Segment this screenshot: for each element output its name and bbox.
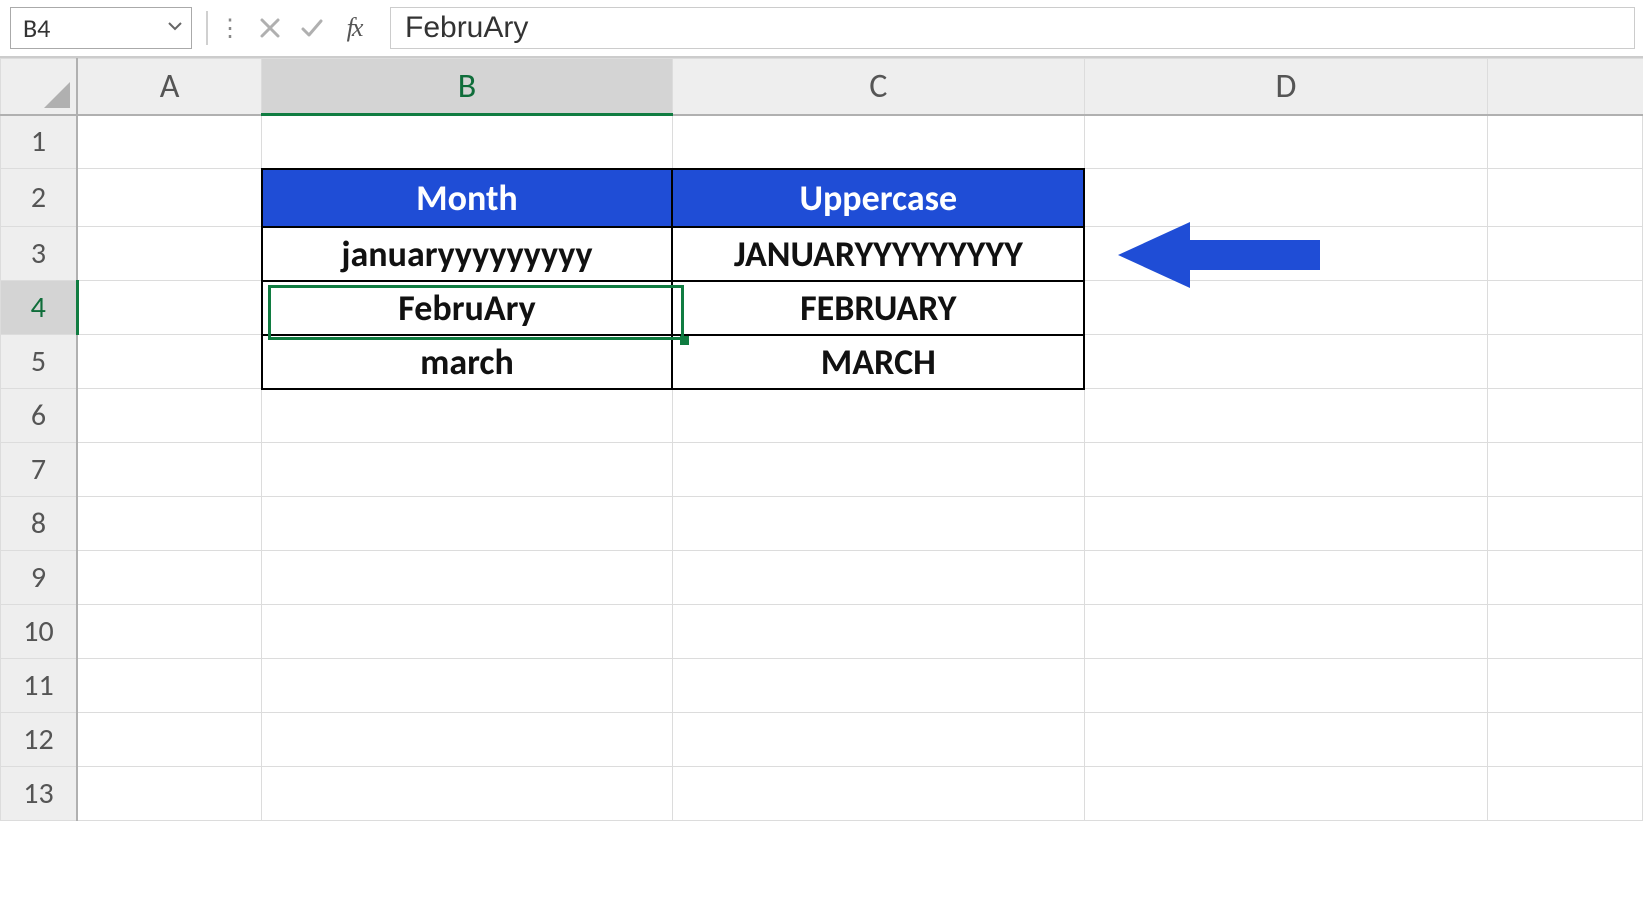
formula-bar: B4 ⋮ fx [0,0,1643,58]
cell-B13[interactable] [262,767,673,821]
cell-C13[interactable] [672,767,1084,821]
cell-C3[interactable]: JANUARYYYYYYYYY [672,227,1084,281]
col-header-A[interactable]: A [77,59,262,115]
name-box-value: B4 [23,12,50,44]
cell-A13[interactable] [77,767,262,821]
cell-D5[interactable] [1084,335,1487,389]
row-header-12[interactable]: 12 [1,713,78,767]
cell-C1[interactable] [672,115,1084,169]
formula-input[interactable] [390,7,1635,49]
col-header-C[interactable]: C [672,59,1084,115]
fx-icon[interactable]: fx [340,14,368,42]
cell-A6[interactable] [77,389,262,443]
cell-E9[interactable] [1488,551,1643,605]
cell-B4[interactable]: FebruAry [262,281,673,335]
cell-E5[interactable] [1488,335,1643,389]
enter-icon[interactable] [298,14,326,42]
col-header-B[interactable]: B [262,59,673,115]
spreadsheet-grid: A B C D 1 2 Month Uppercase 3 januaryyyy… [0,58,1643,821]
cell-A3[interactable] [77,227,262,281]
row-header-11[interactable]: 11 [1,659,78,713]
cell-C7[interactable] [672,443,1084,497]
cell-A7[interactable] [77,443,262,497]
cell-A8[interactable] [77,497,262,551]
cell-C4[interactable]: FEBRUARY [672,281,1084,335]
row-header-10[interactable]: 10 [1,605,78,659]
cell-E11[interactable] [1488,659,1643,713]
cell-A5[interactable] [77,335,262,389]
cell-E2[interactable] [1488,169,1643,227]
cell-A12[interactable] [77,713,262,767]
cell-B6[interactable] [262,389,673,443]
cell-E3[interactable] [1488,227,1643,281]
cell-D9[interactable] [1084,551,1487,605]
select-all-corner[interactable] [1,59,78,115]
row-header-2[interactable]: 2 [1,169,78,227]
cell-B12[interactable] [262,713,673,767]
row-header-3[interactable]: 3 [1,227,78,281]
row-header-5[interactable]: 5 [1,335,78,389]
cell-B8[interactable] [262,497,673,551]
cell-A9[interactable] [77,551,262,605]
arrow-left-annotation [1110,210,1330,305]
cell-E13[interactable] [1488,767,1643,821]
cell-B3[interactable]: januaryyyyyyyyy [262,227,673,281]
cell-E8[interactable] [1488,497,1643,551]
cell-D7[interactable] [1084,443,1487,497]
dots-icon: ⋮ [218,14,238,43]
row-header-1[interactable]: 1 [1,115,78,169]
cell-E7[interactable] [1488,443,1643,497]
formula-bar-icons: fx [248,14,376,42]
cell-C6[interactable] [672,389,1084,443]
cell-D12[interactable] [1084,713,1487,767]
name-box[interactable]: B4 [10,7,192,49]
cell-C2-header-uppercase[interactable]: Uppercase [672,169,1084,227]
cell-C8[interactable] [672,497,1084,551]
row-header-9[interactable]: 9 [1,551,78,605]
cell-D10[interactable] [1084,605,1487,659]
row-header-4[interactable]: 4 [1,281,78,335]
fill-handle[interactable] [680,336,689,345]
cell-A11[interactable] [77,659,262,713]
cell-E1[interactable] [1488,115,1643,169]
cell-A4[interactable] [77,281,262,335]
cell-A10[interactable] [77,605,262,659]
cell-D6[interactable] [1084,389,1487,443]
cell-E4[interactable] [1488,281,1643,335]
divider [206,11,208,45]
chevron-down-icon[interactable] [167,17,183,39]
cell-D1[interactable] [1084,115,1487,169]
cell-C9[interactable] [672,551,1084,605]
cell-C11[interactable] [672,659,1084,713]
cell-B1[interactable] [262,115,673,169]
cell-E6[interactable] [1488,389,1643,443]
row-header-6[interactable]: 6 [1,389,78,443]
cell-A1[interactable] [77,115,262,169]
cell-B11[interactable] [262,659,673,713]
col-header-D[interactable]: D [1084,59,1487,115]
cell-B2-header-month[interactable]: Month [262,169,673,227]
cell-B10[interactable] [262,605,673,659]
cell-C5[interactable]: MARCH [672,335,1084,389]
col-header-extra[interactable] [1488,59,1643,115]
cancel-icon[interactable] [256,14,284,42]
cell-C10[interactable] [672,605,1084,659]
cell-B9[interactable] [262,551,673,605]
cell-E10[interactable] [1488,605,1643,659]
row-header-13[interactable]: 13 [1,767,78,821]
cell-D11[interactable] [1084,659,1487,713]
cell-B7[interactable] [262,443,673,497]
cell-B5[interactable]: march [262,335,673,389]
row-header-7[interactable]: 7 [1,443,78,497]
cell-E12[interactable] [1488,713,1643,767]
cell-A2[interactable] [77,169,262,227]
cell-C12[interactable] [672,713,1084,767]
cell-D13[interactable] [1084,767,1487,821]
row-header-8[interactable]: 8 [1,497,78,551]
cell-D8[interactable] [1084,497,1487,551]
